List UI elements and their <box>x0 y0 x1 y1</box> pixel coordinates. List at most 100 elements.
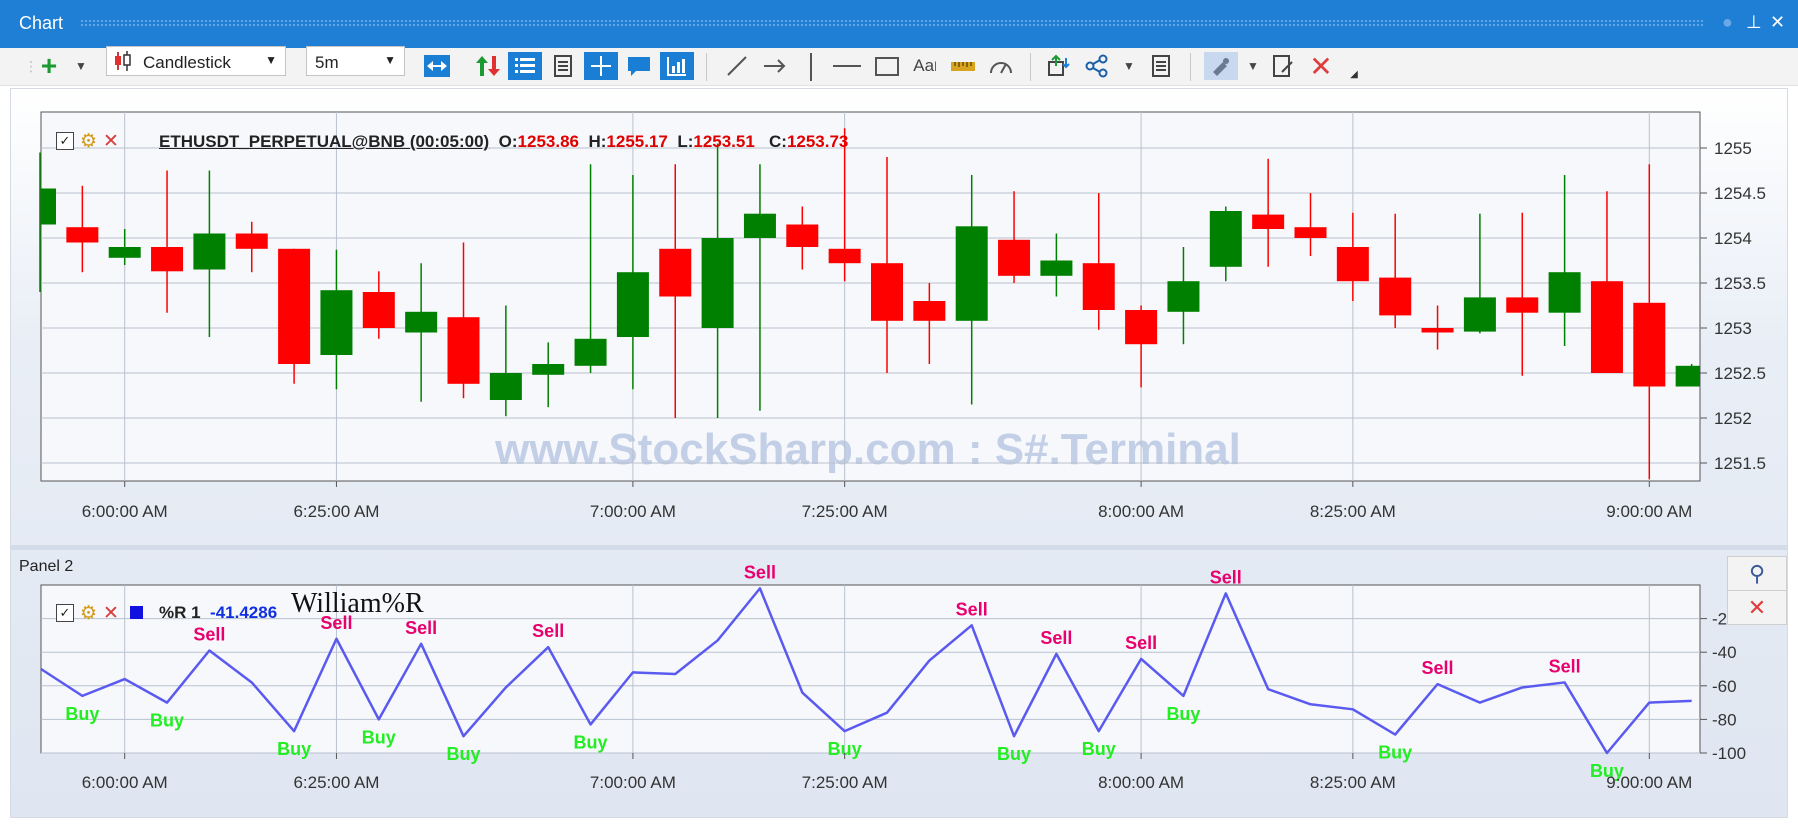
symbol-label[interactable]: ETHUSDT_PERPETUAL@BNB (00:05:00) <box>159 132 489 151</box>
candle-body <box>1209 211 1242 267</box>
candle-body <box>278 248 311 364</box>
buy-signal-label: Buy <box>150 711 184 731</box>
candle-body <box>1125 310 1158 345</box>
candle-body <box>1167 281 1200 312</box>
price-y-tick-label: 1255 <box>1714 139 1752 158</box>
sell-signal-label: Sell <box>193 625 225 645</box>
close-value: 1253.73 <box>786 132 849 151</box>
indicator-value: -41.4286 <box>210 603 278 622</box>
candle <box>278 248 311 384</box>
wr-x-tick-label: 8:00:00 AM <box>1098 773 1184 792</box>
candle-body <box>998 239 1031 276</box>
price-x-axis: 6:00:00 AM 6:25:00 AM 7:00:00 AM 7:25:00 AM… <box>82 481 1692 521</box>
sell-signal-label: Sell <box>956 599 988 619</box>
price-x-tick-label: 6:25:00 AM <box>293 502 379 521</box>
price-y-tick-label: 1253 <box>1714 319 1752 338</box>
candle-body <box>405 311 438 333</box>
candle-body <box>1082 263 1115 310</box>
pin-icon: ⚲ <box>1748 560 1766 586</box>
buy-signal-label: Buy <box>277 739 311 759</box>
candle-body <box>1252 214 1285 229</box>
wr-x-tick-label: 7:00:00 AM <box>590 773 676 792</box>
sell-signal-label: Sell <box>1125 633 1157 653</box>
candle-body <box>1040 260 1073 276</box>
wr-color-swatch <box>130 606 143 619</box>
wr-x-tick-label: 9:00:00 AM <box>1606 773 1692 792</box>
panel2-pin-button[interactable]: ⚲ <box>1727 556 1787 591</box>
panel1-settings-gear-icon[interactable]: ⚙ <box>80 130 97 153</box>
close-label: C: <box>768 132 787 151</box>
buy-signal-label: Buy <box>997 744 1031 764</box>
panel2-title: Panel 2 <box>19 558 74 575</box>
wr-x-tick-label: 6:00:00 AM <box>82 773 168 792</box>
candle-body <box>1463 297 1496 332</box>
candle-body <box>1294 227 1327 238</box>
indicator-name[interactable]: %R 1 <box>159 603 201 622</box>
candle-body <box>41 188 56 225</box>
candle-body <box>320 290 353 355</box>
wr-x-axis: 6:00:00 AM 6:25:00 AM 7:00:00 AM 7:25:00 AM… <box>82 753 1692 792</box>
candle-body <box>1421 328 1454 333</box>
candle-body <box>1633 302 1666 387</box>
buy-signal-label: Buy <box>1166 704 1200 724</box>
candle-body <box>1379 277 1412 316</box>
open-value: 1253.86 <box>517 132 579 151</box>
price-y-tick-label: 1252 <box>1714 409 1752 428</box>
panel2-close-button[interactable]: ✕ <box>1727 590 1787 625</box>
candle-body <box>235 233 268 249</box>
candle-body <box>1336 247 1369 282</box>
panel2-settings-gear-icon[interactable]: ⚙ <box>80 602 97 625</box>
candle-body <box>151 247 184 272</box>
candle-body <box>108 247 141 258</box>
price-x-tick-label: 9:00:00 AM <box>1606 502 1692 521</box>
panel1-visible-checkbox[interactable]: ✓ <box>56 132 74 150</box>
sell-signal-label: Sell <box>744 562 776 582</box>
candle-body <box>786 224 819 247</box>
price-y-tick-label: 1251.5 <box>1714 454 1766 473</box>
buy-signal-label: Buy <box>1082 739 1116 759</box>
panel1-remove-icon[interactable]: ✕ <box>103 130 119 153</box>
candle-body <box>1506 297 1539 313</box>
candle-body <box>1675 365 1700 387</box>
candle-body <box>66 227 99 243</box>
sell-signal-label: Sell <box>1210 567 1242 587</box>
wr-y-tick-label: -80 <box>1712 710 1737 729</box>
candle-body <box>913 301 946 321</box>
sell-signal-label: Sell <box>532 621 564 641</box>
candle-body <box>616 272 649 337</box>
wr-y-tick-label: -40 <box>1712 643 1737 662</box>
indicator-annotation: William%R <box>291 588 424 619</box>
candle-body <box>362 292 395 328</box>
buy-signal-label: Buy <box>65 704 99 724</box>
buy-signal-label: Buy <box>362 727 396 747</box>
candle-body <box>955 226 988 321</box>
open-label: O: <box>498 132 518 151</box>
candle-body <box>871 263 903 321</box>
wr-y-tick-label: -100 <box>1712 744 1746 763</box>
low-label: L: <box>677 132 694 151</box>
price-x-tick-label: 8:00:00 AM <box>1098 502 1184 521</box>
panel2-visible-checkbox[interactable]: ✓ <box>56 604 74 622</box>
price-x-tick-label: 8:25:00 AM <box>1310 502 1396 521</box>
candle-body <box>1590 281 1623 373</box>
candle-body <box>701 238 734 328</box>
close-icon: ✕ <box>1747 594 1767 620</box>
price-y-tick-label: 1254.5 <box>1714 184 1766 203</box>
price-y-tick-label: 1253.5 <box>1714 274 1766 293</box>
wr-x-tick-label: 7:25:00 AM <box>802 773 888 792</box>
candle-body <box>574 338 607 366</box>
sell-signal-label: Sell <box>1040 628 1072 648</box>
price-x-tick-label: 7:00:00 AM <box>590 502 676 521</box>
watermark: www.StockSharp.com : S#.Terminal <box>494 425 1241 474</box>
candle-body <box>743 213 776 238</box>
wr-x-tick-label: 6:25:00 AM <box>293 773 379 792</box>
candle-body <box>489 373 522 400</box>
candle-body <box>532 364 565 375</box>
high-value: 1255.17 <box>606 132 668 151</box>
wr-y-tick-label: -60 <box>1712 677 1737 696</box>
panel2-remove-icon[interactable]: ✕ <box>103 602 119 625</box>
buy-signal-label: Buy <box>574 732 608 752</box>
price-y-tick-label: 1254 <box>1714 229 1752 248</box>
candle <box>1675 364 1700 387</box>
price-y-tick-label: 1252.5 <box>1714 364 1766 383</box>
